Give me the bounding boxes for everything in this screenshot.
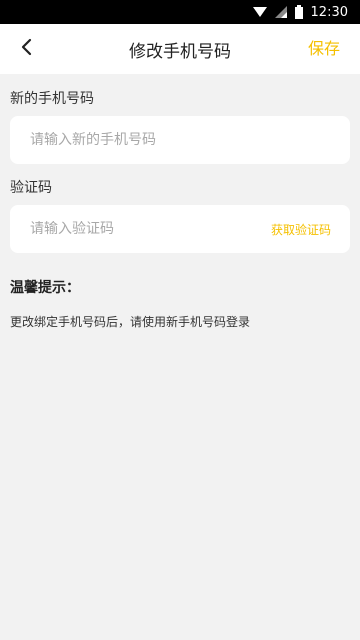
new-phone-label: 新的手机号码 bbox=[10, 91, 94, 107]
battery-icon bbox=[294, 5, 303, 19]
chevron-left-icon bbox=[20, 38, 32, 60]
nav-bar: 修改手机号码 保存 bbox=[0, 24, 360, 74]
new-phone-card bbox=[10, 116, 350, 164]
new-phone-input[interactable] bbox=[30, 132, 330, 148]
save-button[interactable]: 保存 bbox=[308, 24, 340, 74]
back-button[interactable] bbox=[8, 24, 44, 74]
tips-title: 温馨提示： bbox=[10, 280, 80, 296]
verification-code-input[interactable] bbox=[30, 221, 271, 237]
get-code-button[interactable]: 获取验证码 bbox=[271, 221, 331, 238]
status-bar: 12:30 bbox=[0, 0, 360, 24]
signal-icon bbox=[274, 6, 287, 18]
status-time: 12:30 bbox=[310, 4, 348, 20]
verification-code-label: 验证码 bbox=[10, 180, 52, 196]
page-title: 修改手机号码 bbox=[129, 41, 231, 62]
tips-text: 更改绑定手机号码后，请使用新手机号码登录 bbox=[10, 315, 251, 329]
wifi-icon bbox=[252, 6, 267, 18]
verification-code-card: 获取验证码 bbox=[10, 205, 350, 253]
